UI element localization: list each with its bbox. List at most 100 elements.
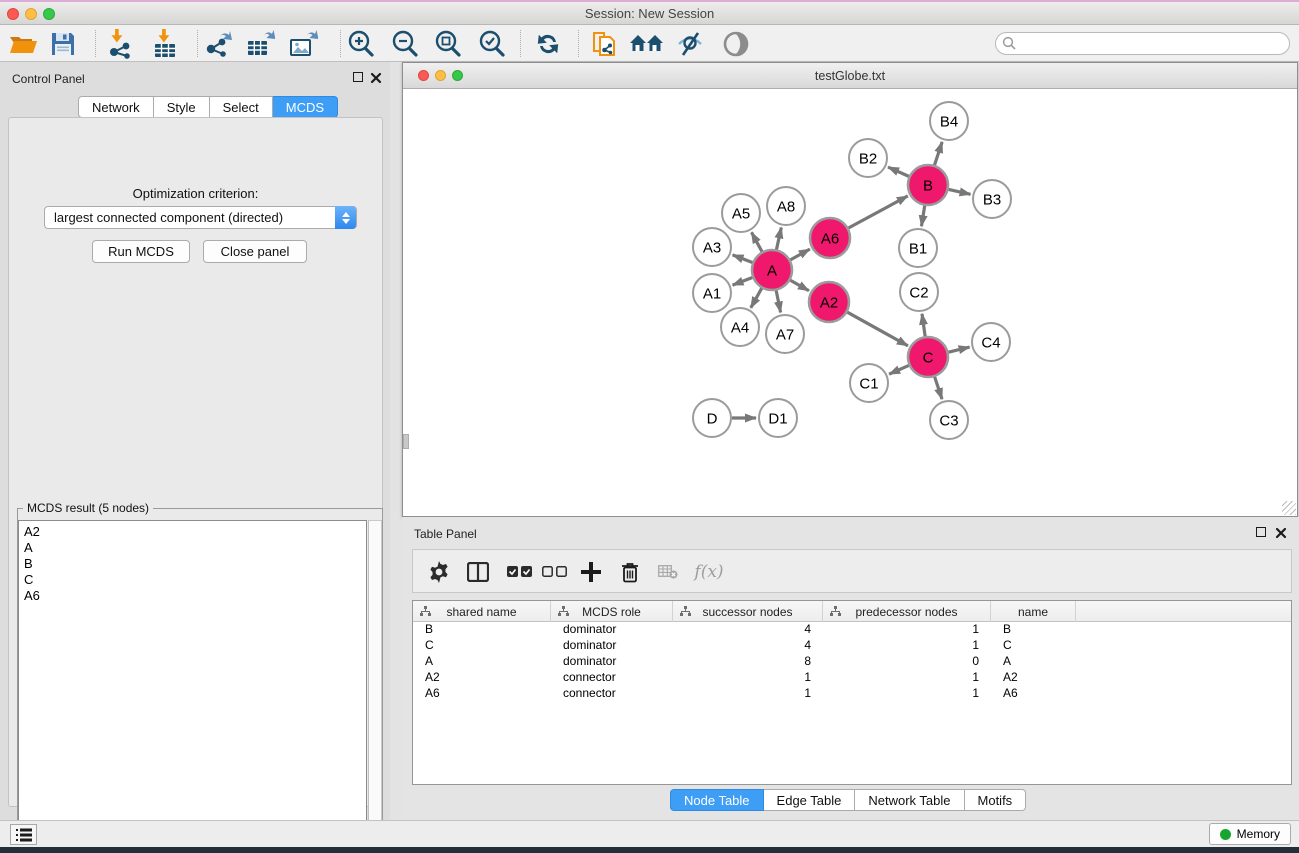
table-row[interactable]: Cdominator41C <box>413 638 1291 654</box>
node-table[interactable]: shared nameMCDS rolesuccessor nodesprede… <box>412 600 1292 785</box>
tab-motifs[interactable]: Motifs <box>965 789 1027 811</box>
edge-C-C4[interactable] <box>948 347 969 352</box>
search-field[interactable] <box>995 32 1290 55</box>
edge-C-C3[interactable] <box>935 377 942 399</box>
edge-B-B3[interactable] <box>949 189 971 194</box>
close-panel-button[interactable]: Close panel <box>203 240 307 263</box>
table-cell[interactable]: A <box>991 654 1076 670</box>
vertical-scroll-nub[interactable] <box>403 434 409 449</box>
function-builder-icon[interactable]: f(x) <box>689 556 729 588</box>
table-cell[interactable]: A2 <box>413 670 551 686</box>
delete-table-icon[interactable] <box>655 556 681 588</box>
close-panel-icon[interactable] <box>370 72 382 84</box>
column-header-shared-name[interactable]: shared name <box>413 601 551 622</box>
edge-A2-C[interactable] <box>847 312 908 346</box>
table-cell[interactable]: A6 <box>991 686 1076 702</box>
table-cell[interactable]: 1 <box>673 686 823 702</box>
zoom-selected-icon[interactable] <box>475 28 509 60</box>
export-image-icon[interactable] <box>286 28 320 60</box>
column-header-name[interactable]: name <box>991 601 1076 622</box>
table-cell[interactable]: 8 <box>673 654 823 670</box>
table-cell[interactable]: 1 <box>823 670 991 686</box>
table-cell[interactable]: B <box>413 622 551 638</box>
task-history-button[interactable] <box>10 824 37 845</box>
tab-select[interactable]: Select <box>210 96 273 118</box>
settings-gear-icon[interactable] <box>426 556 452 588</box>
edge-B-B2[interactable] <box>888 167 909 176</box>
table-cell[interactable]: connector <box>551 686 673 702</box>
home-icon[interactable] <box>630 28 664 60</box>
zoom-out-icon[interactable] <box>388 28 422 60</box>
tab-style[interactable]: Style <box>154 96 210 118</box>
table-cell[interactable]: dominator <box>551 622 673 638</box>
table-cell[interactable]: 1 <box>823 686 991 702</box>
edge-C-C2[interactable] <box>922 314 925 336</box>
close-table-panel-icon[interactable] <box>1275 527 1287 539</box>
table-cell[interactable]: 4 <box>673 622 823 638</box>
edge-B-B4[interactable] <box>935 142 943 165</box>
table-cell[interactable]: B <box>991 622 1076 638</box>
edge-A-A7[interactable] <box>776 291 780 313</box>
table-cell[interactable]: dominator <box>551 654 673 670</box>
table-row[interactable]: A2connector11A2 <box>413 670 1291 686</box>
network-window-titlebar[interactable]: testGlobe.txt <box>403 63 1297 89</box>
table-cell[interactable]: 4 <box>673 638 823 654</box>
table-cell[interactable]: 1 <box>823 638 991 654</box>
refresh-icon[interactable] <box>531 28 565 60</box>
table-cell[interactable]: 0 <box>823 654 991 670</box>
table-cell[interactable]: A <box>413 654 551 670</box>
deselect-all-rows-icon[interactable] <box>540 556 570 588</box>
hide-graphics-details-icon[interactable] <box>673 28 707 60</box>
edge-A-A6[interactable] <box>790 249 809 260</box>
table-row[interactable]: A6connector11A6 <box>413 686 1291 702</box>
table-cell[interactable]: 1 <box>673 670 823 686</box>
table-cell[interactable]: dominator <box>551 638 673 654</box>
table-cell[interactable]: C <box>413 638 551 654</box>
show-graphics-details-icon[interactable] <box>719 28 753 60</box>
tab-edge-table[interactable]: Edge Table <box>764 789 856 811</box>
tab-mcds[interactable]: MCDS <box>273 96 338 118</box>
edge-A-A4[interactable] <box>751 288 762 308</box>
memory-button[interactable]: Memory <box>1209 823 1291 845</box>
column-header-predecessor-nodes[interactable]: predecessor nodes <box>823 601 991 622</box>
run-mcds-button[interactable]: Run MCDS <box>92 240 190 263</box>
import-network-icon[interactable] <box>103 28 137 60</box>
edge-B-B1[interactable] <box>921 206 924 227</box>
add-row-icon[interactable] <box>578 556 604 588</box>
mcds-result-item[interactable]: B <box>24 556 366 572</box>
mcds-result-item[interactable]: C <box>24 572 366 588</box>
table-row[interactable]: Adominator80A <box>413 654 1291 670</box>
column-header-successor-nodes[interactable]: successor nodes <box>673 601 823 622</box>
table-cell[interactable]: connector <box>551 670 673 686</box>
edge-A-A3[interactable] <box>733 255 753 263</box>
mcds-result-item[interactable]: A2 <box>24 524 366 540</box>
criterion-dropdown[interactable]: largest connected component (directed) <box>44 206 357 229</box>
float-panel-icon[interactable] <box>353 72 363 82</box>
edge-A6-B[interactable] <box>848 196 907 228</box>
edge-A-A5[interactable] <box>752 232 762 251</box>
edge-A-A8[interactable] <box>776 227 781 249</box>
tab-network[interactable]: Network <box>78 96 154 118</box>
table-cell[interactable]: A6 <box>413 686 551 702</box>
table-cell[interactable]: 1 <box>823 622 991 638</box>
open-session-icon[interactable] <box>6 28 40 60</box>
resize-grip-icon[interactable] <box>1282 501 1296 515</box>
import-table-icon[interactable] <box>148 28 182 60</box>
mcds-list-scrollbar[interactable] <box>368 520 382 851</box>
table-row[interactable]: Bdominator41B <box>413 622 1291 638</box>
tab-node-table[interactable]: Node Table <box>670 789 764 811</box>
export-network-icon[interactable] <box>201 28 235 60</box>
column-header-MCDS-role[interactable]: MCDS role <box>551 601 673 622</box>
table-cell[interactable]: A2 <box>991 670 1076 686</box>
table-cell[interactable]: C <box>991 638 1076 654</box>
mcds-result-item[interactable]: A6 <box>24 588 366 604</box>
network-canvas[interactable]: AA1A2A3A4A5A6A7A8BB1B2B3B4CC1C2C3C4DD1 <box>404 89 1297 516</box>
edge-C-C1[interactable] <box>889 365 909 374</box>
search-input[interactable] <box>995 32 1290 55</box>
zoom-fit-icon[interactable] <box>431 28 465 60</box>
zoom-in-icon[interactable] <box>344 28 378 60</box>
show-columns-icon[interactable] <box>465 556 491 588</box>
edge-A-A2[interactable] <box>790 280 809 290</box>
export-table-icon[interactable] <box>243 28 277 60</box>
float-table-panel-icon[interactable] <box>1256 527 1266 537</box>
